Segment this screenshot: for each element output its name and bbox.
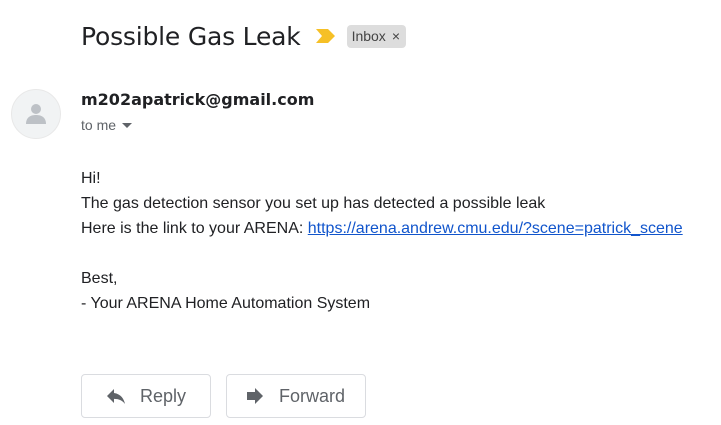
recipient-text: to me [81, 117, 117, 133]
reply-label: Reply [140, 385, 187, 406]
arena-link[interactable]: https://arena.andrew.cmu.edu/?scene=patr… [308, 220, 683, 237]
body-line: The gas detection sensor you set up has … [81, 195, 546, 212]
link-line: Here is the link to your ARENA: https://… [81, 216, 683, 241]
forward-label: Forward [279, 385, 346, 406]
signature-line: - Your ARENA Home Automation System [81, 295, 371, 312]
recipient-details-toggle[interactable]: to me [81, 117, 133, 133]
message-body: Hi! The gas detection sensor you set up … [81, 166, 683, 316]
reply-icon [104, 384, 128, 408]
subject-row: Possible Gas Leak Inbox × [81, 18, 406, 54]
remove-label-icon[interactable]: × [392, 28, 400, 44]
reply-button[interactable]: Reply [81, 374, 211, 418]
signoff-line: Best, [81, 270, 118, 287]
email-view: Possible Gas Leak Inbox × m202apatrick@g… [0, 0, 721, 425]
inbox-label-chip: Inbox × [346, 24, 406, 48]
chevron-down-icon [122, 122, 133, 128]
label-chip-text: Inbox [351, 28, 386, 44]
forward-button[interactable]: Forward [226, 374, 366, 418]
greeting-line: Hi! [81, 170, 101, 187]
email-subject: Possible Gas Leak [81, 21, 301, 51]
forward-icon [243, 384, 267, 408]
link-prefix: Here is the link to your ARENA: [81, 220, 308, 237]
sender-email: m202apatrick@gmail.com [81, 90, 315, 109]
importance-marker-icon[interactable] [315, 28, 337, 44]
person-icon [26, 104, 46, 124]
sender-avatar [11, 89, 61, 139]
